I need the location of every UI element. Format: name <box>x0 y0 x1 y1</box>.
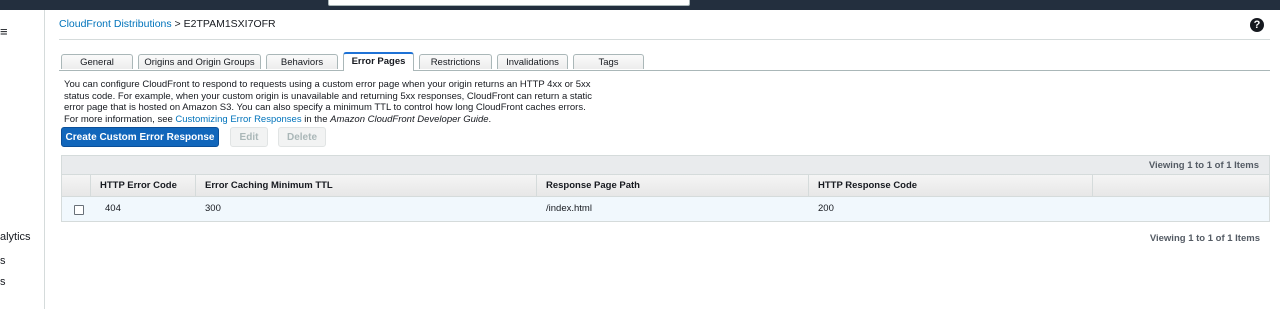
breadcrumb: CloudFront Distributions > E2TPAM1SXI7OF… <box>59 18 276 30</box>
table-toolbar: Viewing 1 to 1 of 1 Items <box>61 155 1270 175</box>
description-line: error page that is hosted on Amazon S3. … <box>64 102 586 113</box>
description-line: You can configure CloudFront to respond … <box>64 79 591 90</box>
description-line: For more information, see Customizing Er… <box>64 114 604 126</box>
tab-general[interactable]: General <box>61 54 133 69</box>
cell-http-error-code: 404 <box>105 203 121 214</box>
edit-button[interactable]: Edit <box>230 127 268 147</box>
tab-behaviors[interactable]: Behaviors <box>266 54 338 69</box>
customizing-error-responses-link[interactable]: Customizing Error Responses <box>175 114 301 125</box>
cell-http-response-code: 200 <box>818 203 834 214</box>
sidebar-item[interactable]: s <box>0 276 6 288</box>
header-divider <box>59 39 1270 40</box>
tab-origins[interactable]: Origins and Origin Groups <box>138 54 261 69</box>
column-separator <box>90 175 91 196</box>
description-text: . <box>488 113 492 125</box>
tab-bar: General Origins and Origin Groups Behavi… <box>59 52 1270 71</box>
description-text: in the <box>301 113 331 125</box>
breadcrumb-distributions-link[interactable]: CloudFront Distributions <box>59 18 172 30</box>
description-line: status code. For example, when your cust… <box>64 90 593 102</box>
column-header-error-caching-ttl[interactable]: Error Caching Minimum TTL <box>205 175 333 196</box>
pagination-status-bottom: Viewing 1 to 1 of 1 Items <box>1149 233 1260 244</box>
breadcrumb-separator: > <box>171 18 184 30</box>
column-separator <box>1092 175 1093 196</box>
tab-invalidations[interactable]: Invalidations <box>497 54 568 69</box>
column-header-http-response-code[interactable]: HTTP Response Code <box>818 175 917 196</box>
console-search-box[interactable] <box>328 0 690 6</box>
column-header-http-error-code[interactable]: HTTP Error Code <box>100 175 177 196</box>
sidebar-item[interactable]: s <box>0 255 6 267</box>
column-separator <box>536 175 537 196</box>
pagination-status: Viewing 1 to 1 of 1 Items <box>1148 160 1259 171</box>
tab-tags[interactable]: Tags <box>573 54 644 69</box>
tab-restrictions[interactable]: Restrictions <box>419 54 492 69</box>
table-header: HTTP Error Code Error Caching Minimum TT… <box>61 175 1270 197</box>
cell-error-caching-ttl: 300 <box>205 203 221 214</box>
sidebar-item-analytics[interactable]: alytics <box>0 231 31 243</box>
column-separator <box>808 175 809 196</box>
create-custom-error-response-button[interactable]: Create Custom Error Response <box>61 127 219 147</box>
breadcrumb-current-distribution: E2TPAM1SXI7OFR <box>183 18 276 30</box>
sidebar-menu-icon[interactable]: ≡ <box>0 24 8 39</box>
column-header-response-page-path[interactable]: Response Page Path <box>546 175 640 196</box>
help-icon[interactable]: ? <box>1250 18 1264 32</box>
developer-guide-title: Amazon CloudFront Developer Guide <box>330 113 489 125</box>
row-select-checkbox[interactable] <box>74 205 84 215</box>
tab-error-pages[interactable]: Error Pages <box>343 52 414 71</box>
error-pages-description: You can configure CloudFront to respond … <box>64 79 604 125</box>
table-row[interactable]: 404 300 /index.html 200 <box>61 197 1270 222</box>
error-responses-table: Viewing 1 to 1 of 1 Items HTTP Error Cod… <box>61 155 1270 222</box>
console-top-bar <box>0 0 1280 10</box>
column-separator <box>195 175 196 196</box>
cell-response-page-path: /index.html <box>546 203 592 214</box>
sidebar: ≡ alytics s s <box>0 10 45 309</box>
description-text: For more information, see <box>64 113 176 125</box>
delete-button[interactable]: Delete <box>278 127 326 147</box>
